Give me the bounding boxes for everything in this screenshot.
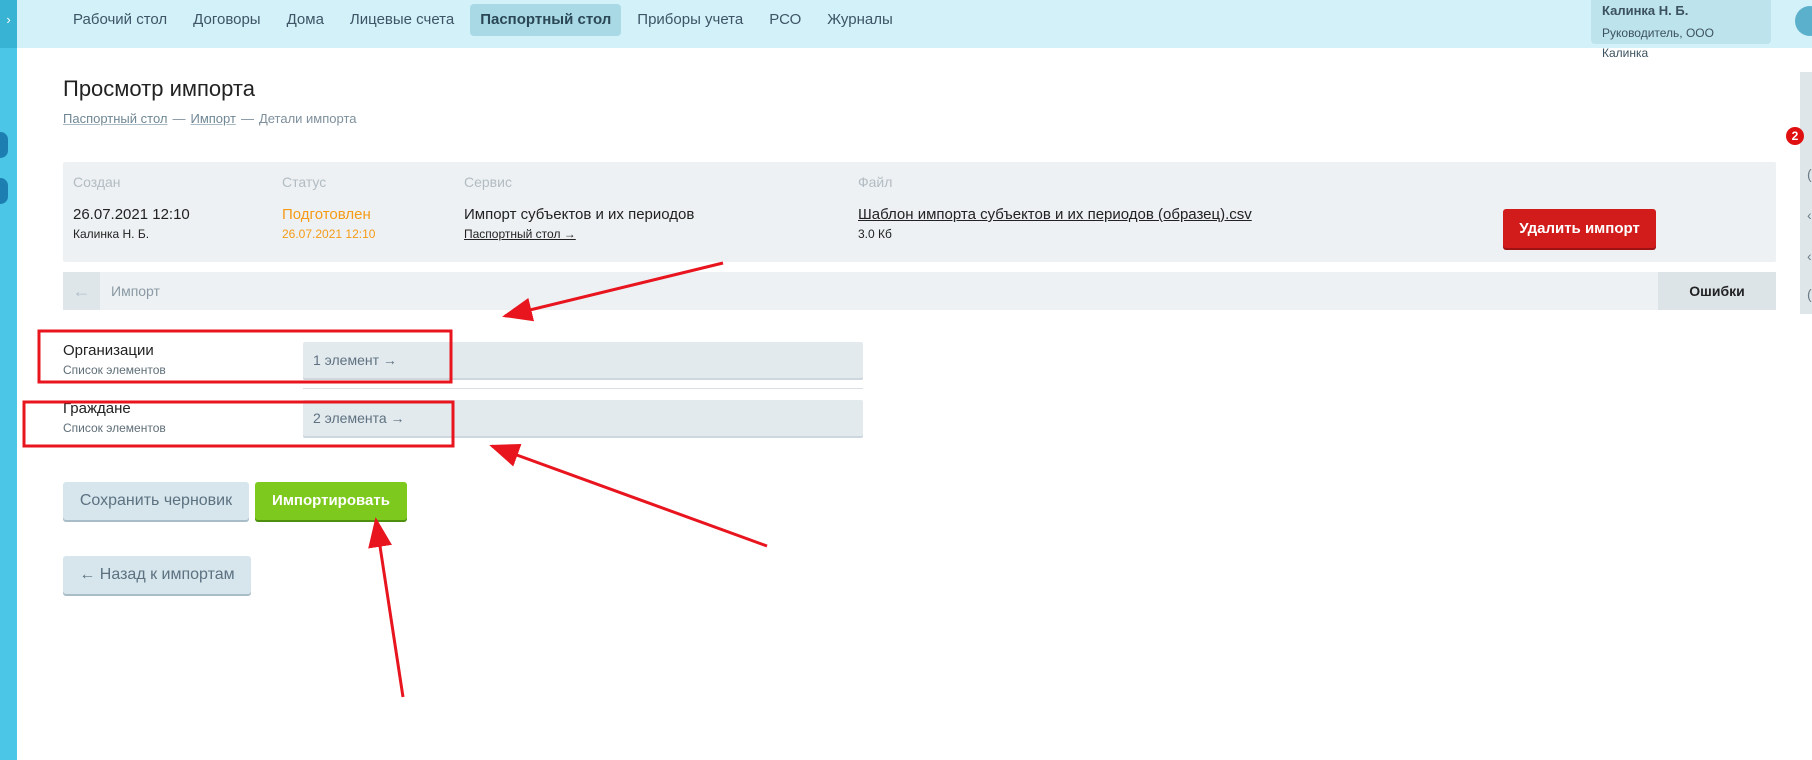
import-tab-bar: ← Импорт Ошибки	[63, 272, 1776, 310]
breadcrumb: Паспортный стол — Импорт — Детали импорт…	[63, 111, 357, 126]
breadcrumb-link-passport-desk[interactable]: Паспортный стол	[63, 111, 167, 126]
nav-item-houses[interactable]: Дома	[277, 4, 334, 36]
user-role: Руководитель, ООО Калинка	[1602, 26, 1714, 60]
created-by: Калинка Н. Б.	[73, 227, 150, 241]
created-heading: Создан	[73, 174, 121, 190]
delete-import-button[interactable]: Удалить импорт	[1503, 209, 1656, 248]
nav-item-desktop[interactable]: Рабочий стол	[63, 4, 177, 36]
list-item: Граждане Список элементов 2 элемента →	[63, 400, 863, 436]
annotation-arrow	[368, 517, 405, 698]
nav-item-accounts[interactable]: Лицевые счета	[340, 4, 464, 36]
status-column: Статус Подготовлен 26.07.2021 12:10	[282, 174, 375, 241]
file-size: 3.0 Кб	[858, 227, 892, 241]
page-title: Просмотр импорта	[63, 76, 255, 101]
breadcrumb-separator: —	[240, 111, 254, 126]
divider	[303, 388, 863, 389]
service-column: Сервис Импорт субъектов и их периодов Па…	[464, 174, 694, 241]
tab-import[interactable]: Импорт	[111, 272, 160, 310]
arrow-icon[interactable]: ‹	[1807, 207, 1812, 223]
nav-item-rso[interactable]: РСО	[759, 4, 811, 36]
main-nav: Рабочий стол Договоры Дома Лицевые счета…	[63, 4, 903, 36]
status-date: 26.07.2021 12:10	[282, 227, 376, 241]
nav-item-meters[interactable]: Приборы учета	[627, 4, 753, 36]
citizens-elements-link[interactable]: 2 элемента →	[303, 400, 863, 436]
notification-badge[interactable]: 2	[1786, 127, 1804, 145]
sidebar-dot-icon[interactable]	[0, 178, 8, 204]
import-button[interactable]: Импортировать	[255, 482, 407, 520]
status-heading: Статус	[282, 174, 327, 190]
file-heading: Файл	[858, 174, 893, 190]
service-link[interactable]: Паспортный стол →	[464, 227, 694, 241]
file-link[interactable]: Шаблон импорта субъектов и их периодов (…	[858, 206, 1252, 223]
breadcrumb-current: Детали импорта	[258, 111, 357, 126]
save-draft-button[interactable]: Сохранить черновик	[63, 482, 249, 520]
service-heading: Сервис	[464, 174, 512, 190]
breadcrumb-separator: —	[172, 111, 186, 126]
right-tool-rail	[1800, 72, 1812, 314]
chat-icon[interactable]: (	[1807, 166, 1812, 182]
left-sidebar-rail: ›	[0, 0, 17, 760]
back-arrow-icon[interactable]: ←	[63, 272, 100, 310]
message-icon[interactable]: (	[1807, 286, 1812, 302]
nav-item-journals[interactable]: Журналы	[817, 4, 903, 36]
nav-item-contracts[interactable]: Договоры	[183, 4, 270, 36]
organizations-elements-link[interactable]: 1 элемент →	[303, 342, 863, 378]
breadcrumb-link-import[interactable]: Импорт	[190, 111, 235, 126]
import-info-panel: Создан 26.07.2021 12:10 Калинка Н. Б. Ст…	[63, 162, 1776, 262]
sidebar-dot-icon[interactable]	[0, 132, 8, 158]
service-value: Импорт субъектов и их периодов	[464, 206, 695, 223]
tab-errors[interactable]: Ошибки	[1658, 272, 1776, 310]
file-column: Файл Шаблон импорта субъектов и их перио…	[858, 174, 1252, 241]
arrow-icon[interactable]: ‹	[1807, 248, 1812, 264]
user-menu[interactable]: Калинка Н. Б. Руководитель, ООО Калинка	[1591, 0, 1771, 60]
nav-item-passport-desk[interactable]: Паспортный стол	[470, 4, 622, 36]
list-item: Организации Список элементов 1 элемент →	[63, 342, 863, 378]
created-column: Создан 26.07.2021 12:10 Калинка Н. Б.	[73, 174, 190, 241]
sidebar-expand-icon[interactable]: ›	[0, 0, 17, 48]
back-to-imports-button[interactable]: ← Назад к импортам	[63, 556, 251, 594]
user-name: Калинка Н. Б.	[1602, 3, 1689, 18]
annotation-arrow	[489, 443, 768, 548]
status-value: Подготовлен	[282, 206, 371, 223]
top-navigation-bar: Рабочий стол Договоры Дома Лицевые счета…	[17, 0, 1812, 48]
created-date: 26.07.2021 12:10	[73, 206, 190, 223]
